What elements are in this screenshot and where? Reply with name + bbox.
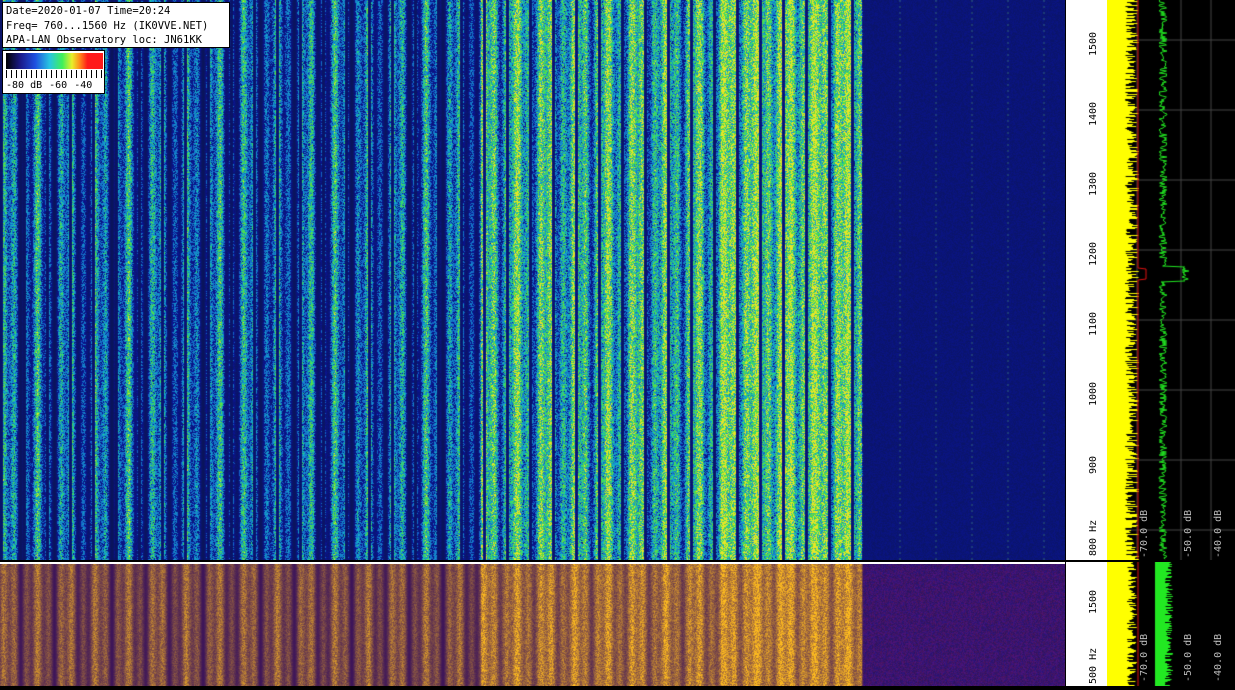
color-scale-legend: -80 dB -60 -40 [2, 50, 105, 94]
axis-label-1000: 1000 [1088, 381, 1099, 406]
db-label-40: -40.0 dB [1213, 509, 1224, 558]
secondary-spectrogram[interactable] [0, 562, 1065, 686]
legend-tick-marks [6, 70, 103, 78]
db-label-70: -70.0 dB [1139, 509, 1150, 558]
legend-label-mid: -60 [49, 80, 68, 91]
axis-label-1300: 1300 [1088, 171, 1099, 196]
frequency-range-label: Freq= 760...1560 Hz (IK0VVE.NET) [6, 19, 209, 32]
secondary-spectrum-panel: -70.0 dB -50.0 dB -40.0 dB [1107, 562, 1235, 686]
axis-label-800: 800 Hz [1088, 519, 1099, 556]
legend-label-min: -80 dB [6, 80, 43, 91]
db2-label-40: -40.0 dB [1213, 633, 1224, 682]
date-time-label: Date=2020-01-07 Time=20:24 [6, 5, 171, 17]
frequency-axis: 1500 1400 1300 1200 1100 1000 900 800 Hz [1065, 0, 1108, 560]
legend-labels: -80 dB -60 -40 [6, 80, 99, 91]
axis-label-900: 900 [1088, 455, 1099, 474]
db-label-50: -50.0 dB [1183, 509, 1194, 558]
db2-label-70: -70.0 dB [1139, 633, 1150, 682]
axis-label-1400: 1400 [1088, 101, 1099, 126]
axis-label-1500: 1500 [1088, 31, 1099, 56]
spectrum-canvas [1107, 0, 1235, 560]
info-box: Date=2020-01-07 Time=20:24 Freq= 760...1… [2, 2, 230, 48]
secondary-spectrogram-canvas [0, 564, 1065, 686]
secondary-frequency-axis: 1500 500 Hz [1065, 562, 1108, 686]
color-gradient-bar [6, 53, 103, 69]
axis-label-1100: 1100 [1088, 311, 1099, 336]
spectrogram-canvas [0, 0, 1065, 560]
db2-label-50: -50.0 dB [1183, 633, 1194, 682]
spectrum-panel: -70.0 dB -50.0 dB -40.0 dB [1107, 0, 1235, 560]
legend-label-max: -40 [74, 80, 93, 91]
observatory-label: APA-LAN Observatory loc: JN61KK [6, 34, 202, 46]
axis2-label-1500: 1500 [1088, 589, 1099, 614]
axis-label-1200: 1200 [1088, 241, 1099, 266]
axis2-label-500: 500 Hz [1088, 647, 1099, 684]
waterfall-spectrogram[interactable] [0, 0, 1065, 560]
